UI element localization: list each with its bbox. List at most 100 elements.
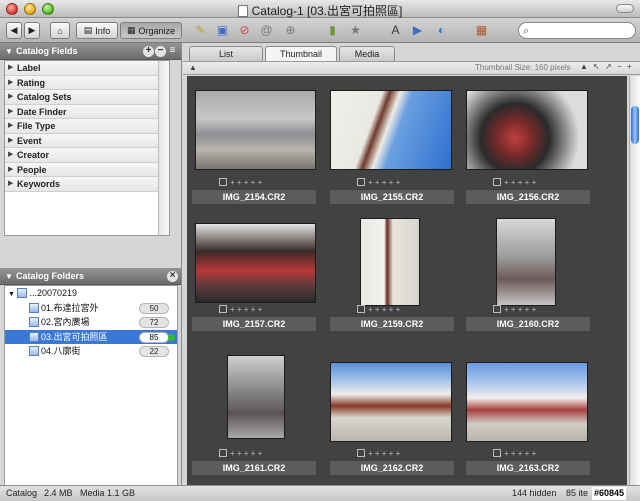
folder-item[interactable]: 01.布達拉宮外 50 xyxy=(5,301,177,316)
rating-stars[interactable]: + + + + + xyxy=(357,305,400,314)
rating-badge-icon[interactable]: ▮ xyxy=(325,23,340,37)
slideshow-icon[interactable]: ▶ xyxy=(410,23,425,37)
rotate-right-icon[interactable]: ↗ xyxy=(605,62,612,71)
thumbnail-cell[interactable]: + + + + + IMG_2163.CR2 xyxy=(463,348,593,475)
thumbnail-caption: IMG_2159.CR2 xyxy=(330,317,454,331)
field-item[interactable]: ▶ Label xyxy=(5,61,169,76)
thumbnail-grid: + + + + + IMG_2154.CR2 + + + + + IMG_215… xyxy=(187,76,627,485)
title-bar: Catalog-1 [03.出宮可拍照區] xyxy=(0,0,640,18)
thumbnail-image[interactable] xyxy=(227,355,285,439)
toolbar: ◀ ▶ ⌂ ▤ Info ▦ Organize ✎ ▣ ⊘ @ ⊕ ▮ ★ A ▶ … xyxy=(0,18,640,43)
enlarge-icon[interactable]: + xyxy=(627,62,632,71)
tab-list[interactable]: List xyxy=(189,46,263,61)
search-input[interactable]: ⌕ xyxy=(518,22,636,39)
toolbar-toggle-button[interactable] xyxy=(616,4,634,13)
shrink-icon[interactable]: − xyxy=(617,62,622,71)
label-checkbox[interactable] xyxy=(493,178,501,186)
organize-button[interactable]: ▦ Organize xyxy=(120,22,182,39)
catalog-folders-header: ▼ Catalog Folders × xyxy=(0,268,181,285)
rating-stars[interactable]: + + + + + xyxy=(493,449,536,458)
tab-media[interactable]: Media xyxy=(339,46,395,61)
label-checkbox[interactable] xyxy=(219,449,227,457)
forward-button[interactable]: ▶ xyxy=(24,22,40,39)
folders-options-button[interactable]: × xyxy=(167,271,178,282)
thumbnail-cell[interactable]: + + + + + IMG_2162.CR2 xyxy=(327,348,457,475)
back-button[interactable]: ◀ xyxy=(6,22,22,39)
field-item[interactable]: ▶ Event xyxy=(5,133,169,148)
sync-icon[interactable]: ◐ xyxy=(434,23,449,37)
email-icon[interactable]: @ xyxy=(259,23,274,37)
scrollbar-thumb[interactable] xyxy=(631,106,639,144)
thumbnail-cell[interactable]: + + + + + IMG_2160.CR2 xyxy=(463,213,593,339)
rating-stars[interactable]: + + + + + xyxy=(219,178,262,187)
thumbnail-image[interactable] xyxy=(466,362,588,442)
thumbnail-cell[interactable]: + + + + + IMG_2159.CR2 xyxy=(327,213,457,339)
disclosure-icon: ▶ xyxy=(8,136,14,144)
fields-options-icon[interactable]: ≡ xyxy=(167,46,178,57)
label-checkbox[interactable] xyxy=(357,178,365,186)
info-button[interactable]: ▤ Info xyxy=(76,22,118,39)
rating-stars[interactable]: + + + + + xyxy=(357,449,400,458)
star-rating-icon[interactable]: ★ xyxy=(348,23,363,37)
field-item[interactable]: ▶ Date Finder xyxy=(5,104,169,119)
sort-icon[interactable]: ▲ xyxy=(189,63,197,72)
add-field-button[interactable]: + xyxy=(143,46,154,57)
thumbnail-cell[interactable]: + + + + + IMG_2155.CR2 xyxy=(327,86,457,212)
remove-field-button[interactable]: − xyxy=(155,46,166,57)
folder-icon xyxy=(17,288,28,298)
rating-stars[interactable]: + + + + + xyxy=(219,305,262,314)
tab-thumbnail[interactable]: Thumbnail xyxy=(265,46,337,61)
organize-icon: ▦ xyxy=(126,25,136,35)
field-item[interactable]: ▶ Creator xyxy=(5,148,169,163)
fields-scrollbar[interactable] xyxy=(158,61,169,235)
thumbnail-cell[interactable]: + + + + + IMG_2161.CR2 xyxy=(189,348,319,475)
label-checkbox[interactable] xyxy=(357,305,365,313)
label-checkbox[interactable] xyxy=(219,305,227,313)
rating-stars[interactable]: + + + + + xyxy=(357,178,400,187)
folder-item-selected[interactable]: 03.出宮可拍照區 85 xyxy=(5,329,177,344)
rating-stars[interactable]: + + + + + xyxy=(219,449,262,458)
label-checkbox[interactable] xyxy=(357,449,365,457)
lock-icon[interactable]: ⊕ xyxy=(283,23,298,37)
rating-stars[interactable]: + + + + + xyxy=(493,305,536,314)
field-item[interactable]: ▶ Keywords xyxy=(5,177,169,192)
thumbnail-image[interactable] xyxy=(466,90,588,170)
thumbnail-image[interactable] xyxy=(330,362,452,442)
delete-icon[interactable]: ⊘ xyxy=(237,23,252,37)
status-hidden-count: 144 hidden xyxy=(512,488,557,498)
thumbnail-cell[interactable]: + + + + + IMG_2157.CR2 xyxy=(189,213,319,339)
thumbnail-cell[interactable]: + + + + + IMG_2154.CR2 xyxy=(189,86,319,212)
catalog-fields-list: ▶ Label ▶ Rating ▶ Catalog Sets ▶ Date Finde… xyxy=(4,60,170,236)
field-item[interactable]: ▶ Rating xyxy=(5,75,169,90)
thumbnail-image[interactable] xyxy=(496,218,556,306)
field-item[interactable]: ▶ Catalog Sets xyxy=(5,90,169,105)
disclosure-icon: ▶ xyxy=(8,122,14,129)
thumbnail-image[interactable] xyxy=(195,223,316,303)
disclosure-icon: ▶ xyxy=(8,78,14,86)
thumbnail-cell[interactable]: + + + + + IMG_2156.CR2 xyxy=(463,86,593,212)
collapse-triangle-icon[interactable]: ▼ xyxy=(5,268,13,285)
home-button[interactable]: ⌂ xyxy=(50,22,70,39)
keyword-icon[interactable]: ▣ xyxy=(215,23,230,37)
collapse-triangle-icon[interactable]: ▼ xyxy=(5,43,13,60)
field-item[interactable]: ▶ File Type xyxy=(5,119,169,134)
folder-item[interactable]: 02.宮內廣場 72 xyxy=(5,315,177,330)
label-checkbox[interactable] xyxy=(219,178,227,186)
home-icon: ⌂ xyxy=(57,25,63,36)
media-view-icon[interactable]: ▦ xyxy=(474,23,489,37)
folder-item[interactable]: 04.八廓街 22 xyxy=(5,344,177,359)
rotate-left-icon[interactable]: ↖ xyxy=(593,62,600,71)
thumbnail-image[interactable] xyxy=(195,90,316,170)
rating-stars[interactable]: + + + + + xyxy=(493,178,536,187)
label-tag-icon[interactable]: ✎ xyxy=(193,23,208,37)
thumbnail-image[interactable] xyxy=(330,90,452,170)
label-checkbox[interactable] xyxy=(493,305,501,313)
field-item[interactable]: ▶ People xyxy=(5,162,169,177)
thumbnail-image[interactable] xyxy=(360,218,420,306)
text-tool-icon[interactable]: A xyxy=(388,23,403,37)
status-catalog-label: Catalog xyxy=(6,488,38,498)
label-checkbox[interactable] xyxy=(493,449,501,457)
folder-root[interactable]: ▼ ...20070219 xyxy=(5,286,177,301)
grid-scrollbar[interactable] xyxy=(629,76,640,485)
size-dropdown-icon[interactable]: ▲ xyxy=(580,62,588,71)
